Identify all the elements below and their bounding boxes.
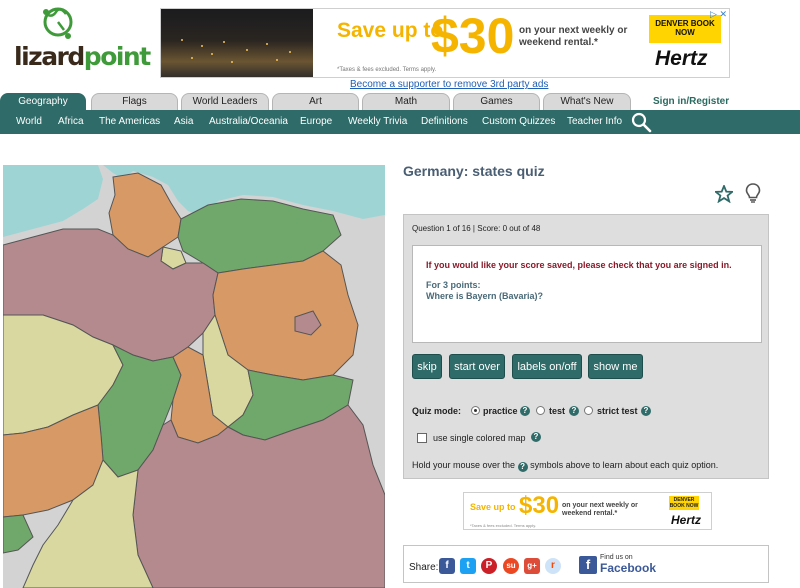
mode-practice-radio[interactable] (471, 406, 480, 415)
lightbulb-icon[interactable] (745, 183, 761, 203)
fb-find-text: Find us on (600, 554, 633, 561)
signin-warning: If you would like your score saved, plea… (426, 260, 732, 270)
ad-city-image (161, 9, 313, 77)
lizardpoint-logo[interactable]: lizardpoint (14, 6, 151, 71)
nav-world[interactable]: World (16, 116, 42, 127)
mode-test-radio[interactable] (536, 406, 545, 415)
facebook-page-link[interactable]: f Find us on Facebook (579, 554, 656, 576)
twitter-icon[interactable]: t (460, 558, 476, 574)
facebook-icon[interactable]: f (439, 558, 455, 574)
points-label: For 3 points: (426, 280, 481, 290)
signin-link[interactable]: Sign in/Register (653, 96, 729, 107)
question-counter: Question 1 of 16 | Score: 0 out of 48 (412, 224, 541, 233)
quiz-mode-label: Quiz mode: (412, 406, 461, 416)
nav-europe[interactable]: Europe (300, 116, 332, 127)
skip-button[interactable]: skip (412, 354, 442, 379)
share-bar: Share: f t P su g+ r f Find us on Facebo… (403, 545, 769, 583)
help-hint: Hold your mouse over the ? symbols above… (412, 460, 719, 472)
nav-australia-oceania[interactable]: Australia/Oceania (209, 116, 288, 127)
ad-close-icon[interactable]: ▷ ✕ (710, 9, 727, 20)
share-label: Share: (409, 562, 439, 573)
nav-teacher-info[interactable]: Teacher Info (567, 116, 622, 127)
ad-small-fine-print: *Taxes & fees excluded. Terms apply. (470, 523, 537, 528)
mode-strict-label[interactable]: strict test (597, 406, 638, 416)
search-icon[interactable] (630, 111, 652, 133)
nav-africa[interactable]: Africa (58, 116, 84, 127)
tab-art[interactable]: Art (272, 93, 359, 110)
reddit-icon[interactable]: r (545, 558, 561, 574)
pinterest-icon[interactable]: P (481, 558, 497, 574)
lizard-logo-icon (43, 7, 73, 39)
tab-whats-new[interactable]: What's New (543, 93, 631, 110)
ad-headline: Save up to (337, 19, 444, 42)
logo-text: lizardpoint (14, 42, 151, 71)
tab-math[interactable]: Math (362, 93, 450, 110)
mode-practice-label[interactable]: practice (483, 406, 518, 416)
nav-custom-quizzes[interactable]: Custom Quizzes (482, 116, 555, 127)
page: lizardpoint Save up to $30 on your next … (0, 0, 800, 588)
supporter-link[interactable]: Become a supporter to remove 3rd party a… (350, 79, 548, 90)
tab-games[interactable]: Games (453, 93, 540, 110)
practice-help-icon[interactable]: ? (520, 406, 530, 416)
favorite-star-icon[interactable] (715, 185, 733, 203)
stumbleupon-icon[interactable]: su (503, 558, 519, 574)
germany-map[interactable] (3, 165, 385, 588)
facebook-logo-icon: f (579, 556, 597, 574)
single-color-help-icon[interactable]: ? (531, 432, 541, 442)
mode-test-label[interactable]: test (549, 406, 565, 416)
ad-small-brand: Hertz (671, 513, 702, 527)
ad-small-copy: on your next weekly or weekend rental.* (562, 502, 638, 517)
ad-small-headline: Save up to (470, 502, 516, 512)
ad-small-amount: $30 (519, 492, 560, 519)
ad-brand: Hertz (655, 47, 708, 70)
show-me-button[interactable]: show me (588, 354, 643, 379)
hint-help-icon: ? (517, 462, 528, 472)
start-over-button[interactable]: start over (449, 354, 505, 379)
test-help-icon[interactable]: ? (569, 406, 579, 416)
tab-geography[interactable]: Geography (0, 93, 86, 110)
nav-definitions[interactable]: Definitions (421, 116, 468, 127)
tab-flags[interactable]: Flags (91, 93, 178, 110)
question-card: If you would like your score saved, plea… (412, 245, 762, 343)
banner-ad[interactable]: Save up to $30 on your next weekly or we… (160, 8, 730, 78)
ad-copy: on your next weekly or weekend rental.* (519, 25, 628, 48)
question-text: Where is Bayern (Bavaria)? (426, 291, 544, 301)
fb-name-text: Facebook (600, 561, 657, 575)
mode-strict-radio[interactable] (584, 406, 593, 415)
germany-map-svg[interactable] (3, 165, 385, 588)
ad-small-book-button[interactable]: DENVER BOOK NOW (669, 496, 699, 510)
ad-amount: $30 (431, 8, 515, 64)
small-banner-ad[interactable]: Save up to $30 on your next weekly or we… (463, 492, 712, 530)
ad-fine-print: *Taxes & fees excluded. Terms apply. (337, 67, 437, 73)
sub-nav: World Africa The Americas Asia Australia… (0, 110, 800, 134)
tab-world-leaders[interactable]: World Leaders (181, 93, 269, 110)
single-color-label[interactable]: use single colored map (433, 433, 526, 443)
nav-weekly-trivia[interactable]: Weekly Trivia (348, 116, 407, 127)
nav-the-americas[interactable]: The Americas (99, 116, 160, 127)
single-color-checkbox[interactable] (417, 433, 427, 443)
strict-help-icon[interactable]: ? (641, 406, 651, 416)
page-title: Germany: states quiz (403, 163, 545, 179)
quiz-panel: Question 1 of 16 | Score: 0 out of 48 If… (403, 214, 769, 479)
nav-asia[interactable]: Asia (174, 116, 193, 127)
googleplus-icon[interactable]: g+ (524, 558, 540, 574)
labels-toggle-button[interactable]: labels on/off (512, 354, 582, 379)
